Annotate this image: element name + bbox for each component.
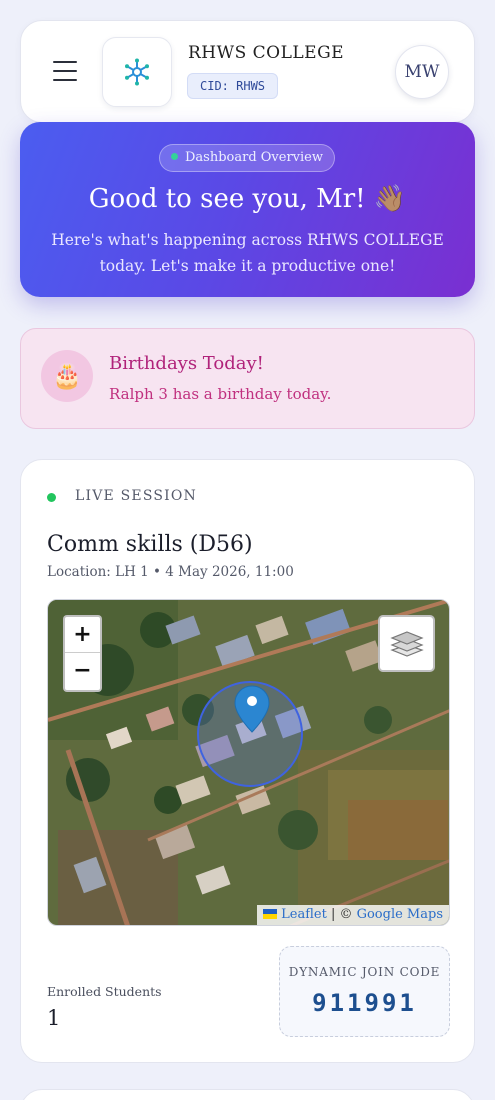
cid-badge: CID: RHWS [187, 73, 279, 99]
attribution-separator: | © [326, 907, 357, 922]
map-zoom-control: + − [63, 615, 102, 692]
course-title: Comm skills (D56) [47, 532, 253, 557]
map-attribution: Leaflet | © Google Maps [257, 905, 449, 925]
status-dot-icon [170, 153, 178, 160]
dynamic-join-code-box: DYNAMIC JOIN CODE 911991 [279, 946, 450, 1037]
user-avatar[interactable]: MW [395, 45, 449, 99]
google-maps-link[interactable]: Google Maps [357, 907, 443, 922]
next-card [20, 1089, 475, 1100]
hamburger-menu-icon[interactable] [53, 61, 77, 81]
live-session-card: LIVE SESSION Comm skills (D56) Location:… [20, 459, 475, 1063]
welcome-subtitle: Here's what's happening across RHWS COLL… [51, 231, 444, 275]
layers-icon [389, 630, 424, 657]
pill-label: Dashboard Overview [184, 150, 324, 165]
college-name: RHWS COLLEGE [188, 43, 345, 63]
zoom-in-button[interactable]: + [65, 617, 100, 653]
join-code-label: DYNAMIC JOIN CODE [288, 965, 441, 979]
join-code-value: 911991 [312, 989, 417, 1017]
welcome-banner: Dashboard Overview Good to see you, Mr! … [20, 122, 475, 297]
birthday-cake-icon: 🎂 [41, 350, 93, 402]
zoom-out-button[interactable]: − [65, 653, 100, 689]
layers-button[interactable] [378, 615, 435, 672]
birthday-text: Ralph 3 has a birthday today. [109, 385, 332, 403]
top-header: RHWS COLLEGE CID: RHWS MW [20, 20, 475, 123]
enrolled-students-label: Enrolled Students [47, 984, 162, 999]
college-logo [102, 37, 172, 107]
dashboard-overview-pill: Dashboard Overview [159, 144, 335, 172]
welcome-greeting: Good to see you, Mr! 👋🏽 [88, 184, 407, 214]
session-map[interactable]: + − Leaflet | © Google Maps [47, 599, 450, 926]
snowflake-logo-icon [125, 58, 149, 86]
course-meta: Location: LH 1 • 4 May 2026, 11:00 [47, 564, 294, 580]
live-session-label: LIVE SESSION [75, 488, 198, 504]
live-indicator-icon [47, 493, 56, 502]
ukraine-flag-icon [263, 909, 278, 919]
birthday-card: 🎂 Birthdays Today! Ralph 3 has a birthda… [20, 328, 475, 429]
birthday-title: Birthdays Today! [109, 353, 264, 374]
leaflet-link[interactable]: Leaflet [281, 907, 327, 922]
enrolled-students-count: 1 [47, 1006, 61, 1030]
